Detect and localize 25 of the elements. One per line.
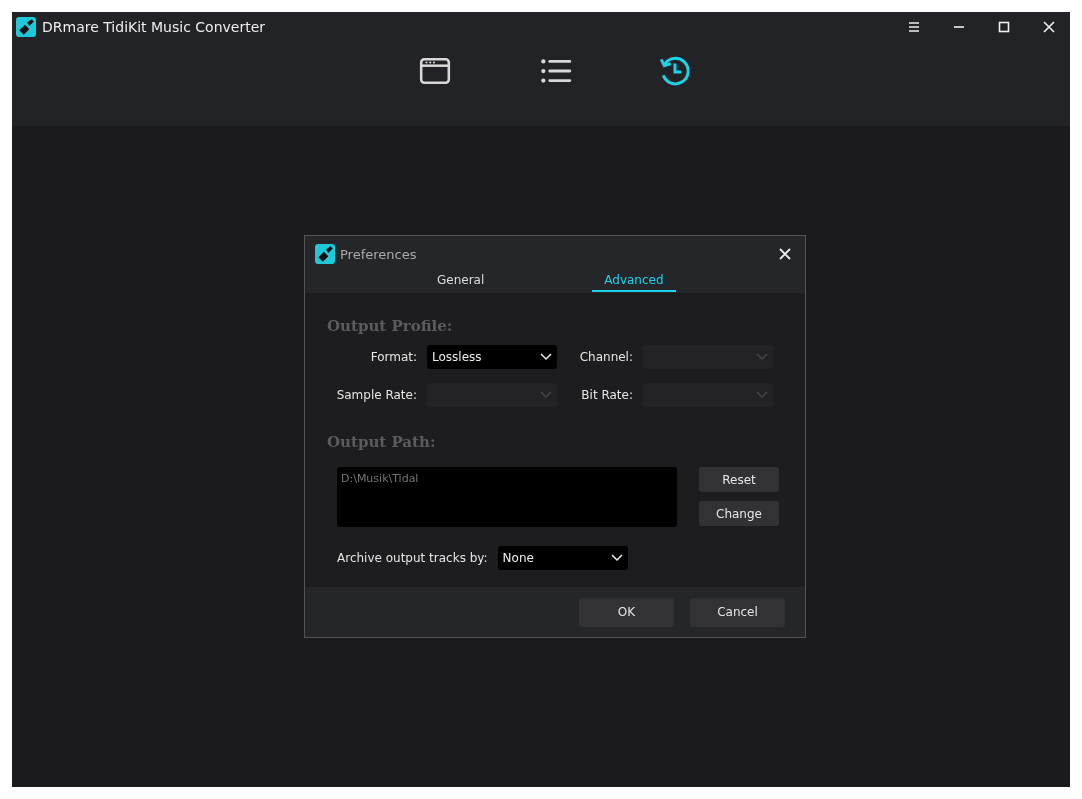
button[interactable]: Change [699, 501, 779, 526]
app-logo-icon [315, 244, 335, 264]
section-heading: Output Path: [327, 433, 437, 451]
field-label: Bit Rate: [580, 388, 634, 402]
field-label: Channel: [578, 350, 634, 364]
chevron-down-icon [610, 554, 623, 562]
dropdown[interactable]: None [497, 546, 628, 570]
tab[interactable]: Advanced [592, 271, 676, 292]
window-title: DRmare TidiKit Music Converter [42, 19, 267, 35]
chevron-down-icon [540, 391, 552, 399]
dialog-button[interactable]: OK [579, 597, 674, 627]
chevron-down-icon [756, 353, 768, 361]
button[interactable]: Reset [699, 467, 779, 492]
dialog-title: Preferences [340, 246, 418, 262]
chevron-down-icon [540, 353, 552, 361]
dropdown[interactable]: Lossless [427, 345, 557, 369]
field-label: Archive output tracks by: [337, 551, 489, 565]
field-label: Sample Rate: [335, 388, 418, 402]
output-path-field[interactable]: D:\Musik\Tidal [337, 467, 677, 527]
tab[interactable]: General [425, 271, 497, 292]
app-logo-icon [16, 17, 36, 37]
section-heading: Output Profile: [327, 317, 454, 335]
field-label: Format: [369, 350, 418, 364]
chevron-down-icon [756, 391, 768, 399]
dialog-button[interactable]: Cancel [690, 597, 785, 627]
